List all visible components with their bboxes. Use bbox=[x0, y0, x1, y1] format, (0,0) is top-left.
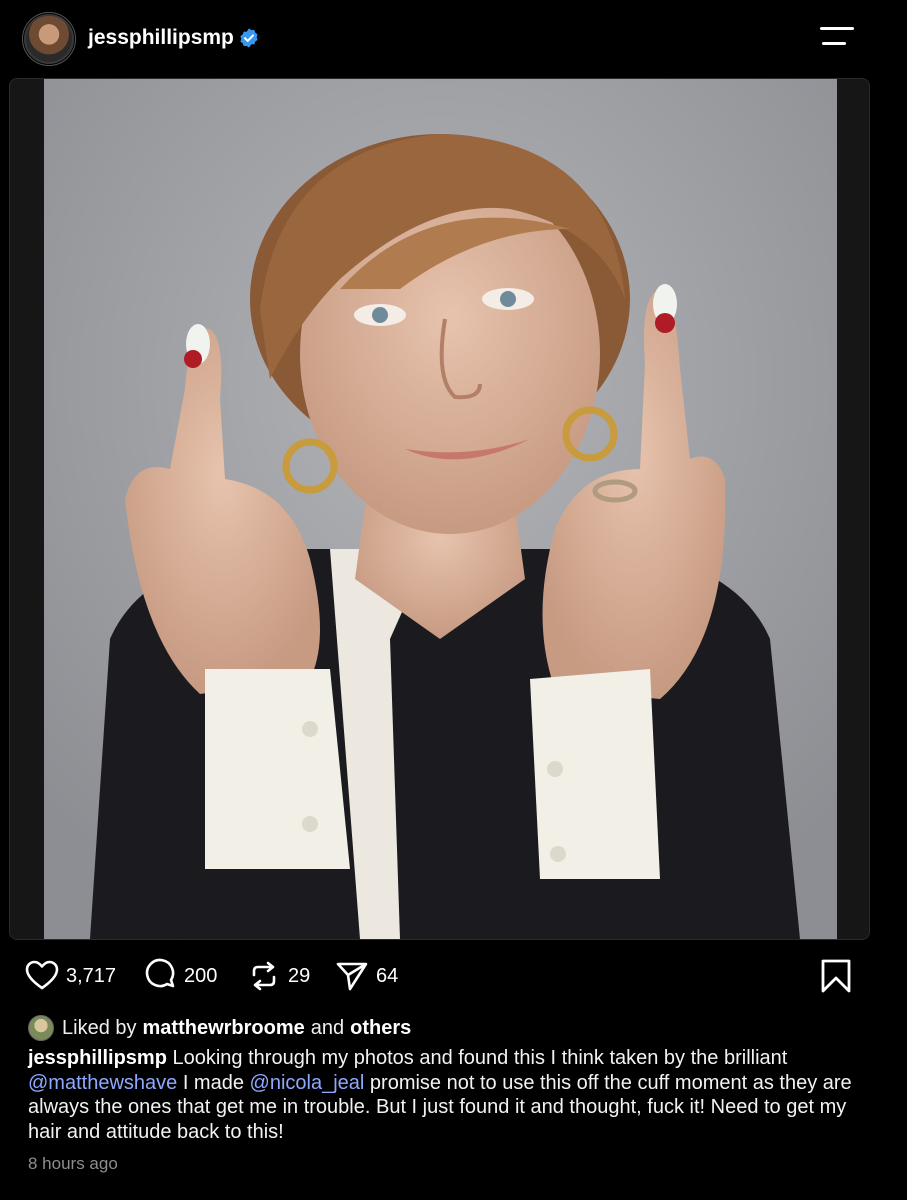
liker-avatar bbox=[28, 1015, 54, 1041]
username[interactable]: jessphillipsmp bbox=[88, 26, 234, 50]
liked-by[interactable]: Liked by matthewrbroome and others bbox=[28, 1014, 417, 1042]
post-header: jessphillipsmp bbox=[0, 0, 907, 78]
caption-text-1: Looking through my photos and found this… bbox=[166, 1047, 788, 1069]
send-icon bbox=[336, 962, 368, 991]
action-bar: 3,717 200 29 64 bbox=[0, 950, 907, 1002]
post-caption: jessphillipsmp Looking through my photos… bbox=[28, 1046, 878, 1144]
liked-by-others[interactable]: others bbox=[350, 1017, 411, 1040]
share-count: 64 bbox=[376, 964, 399, 987]
like-count: 3,717 bbox=[66, 964, 117, 987]
avatar[interactable] bbox=[24, 14, 74, 64]
bookmark-icon bbox=[821, 959, 851, 993]
verified-badge-icon bbox=[240, 28, 258, 48]
repost-button[interactable]: 29 bbox=[246, 960, 310, 992]
save-button[interactable] bbox=[818, 959, 854, 993]
liked-by-prefix: Liked by bbox=[62, 1016, 137, 1039]
like-button[interactable]: 3,717 bbox=[24, 960, 116, 992]
comment-count: 200 bbox=[184, 964, 218, 987]
comment-button[interactable]: 200 bbox=[142, 958, 218, 992]
caption-text-2: I made bbox=[177, 1071, 250, 1094]
repost-icon bbox=[252, 961, 276, 991]
liked-by-user[interactable]: matthewrbroome bbox=[143, 1017, 305, 1040]
share-button[interactable]: 64 bbox=[334, 960, 398, 992]
post-photo[interactable] bbox=[9, 78, 870, 940]
menu-icon[interactable] bbox=[820, 24, 856, 50]
photo-illustration bbox=[10, 79, 869, 939]
mention-link-1[interactable]: @matthewshave bbox=[28, 1072, 177, 1094]
comment-icon bbox=[145, 958, 175, 988]
heart-icon bbox=[25, 960, 59, 990]
post-timestamp: 8 hours ago bbox=[28, 1154, 118, 1173]
mention-link-2[interactable]: @nicola_jeal bbox=[250, 1072, 365, 1094]
caption-author[interactable]: jessphillipsmp bbox=[28, 1047, 167, 1069]
liked-by-connector: and bbox=[310, 1016, 345, 1039]
repost-count: 29 bbox=[288, 964, 311, 987]
